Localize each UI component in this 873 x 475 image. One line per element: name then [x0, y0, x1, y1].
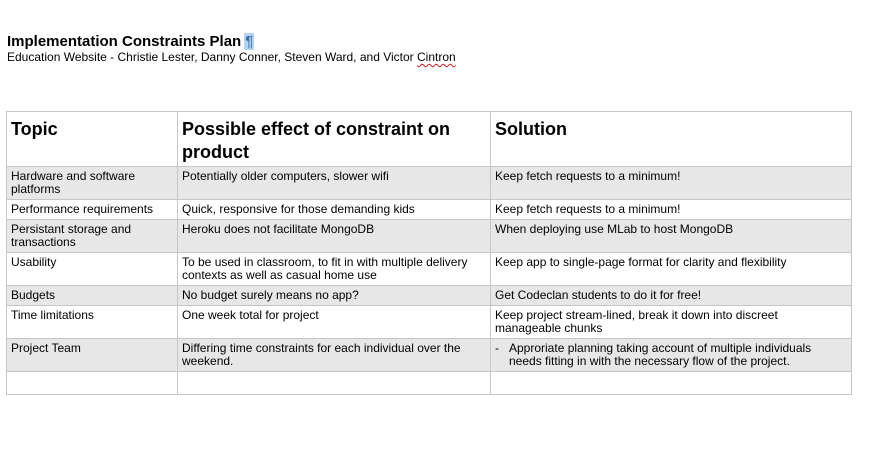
- cell-effect[interactable]: No budget surely means no app?: [177, 285, 491, 306]
- table-row-empty: [6, 371, 852, 395]
- cell-empty[interactable]: [177, 371, 491, 395]
- document-subtitle: Education Website - Christie Lester, Dan…: [7, 50, 456, 64]
- cell-solution[interactable]: - Approriate planning taking account of …: [490, 338, 852, 372]
- cell-solution[interactable]: Keep app to single-page format for clari…: [490, 252, 852, 286]
- table-header-row: Topic Possible effect of constraint on p…: [6, 111, 852, 167]
- cell-empty[interactable]: [6, 371, 178, 395]
- cell-topic[interactable]: Budgets: [6, 285, 178, 306]
- cell-effect[interactable]: Heroku does not facilitate MongoDB: [177, 219, 491, 253]
- cell-topic[interactable]: Usability: [6, 252, 178, 286]
- table-row: Time limitations One week total for proj…: [6, 305, 852, 339]
- cell-topic[interactable]: Performance requirements: [6, 199, 178, 220]
- document-title: Implementation Constraints Plan ¶: [7, 33, 255, 51]
- cell-solution[interactable]: Get Codeclan students to do it for free!: [490, 285, 852, 306]
- subtitle-text: Education Website - Christie Lester, Dan…: [7, 50, 417, 64]
- table-row: Performance requirements Quick, responsi…: [6, 199, 852, 220]
- cell-solution[interactable]: When deploying use MLab to host MongoDB: [490, 219, 852, 253]
- cell-effect[interactable]: To be used in classroom, to fit in with …: [177, 252, 491, 286]
- cell-topic[interactable]: Time limitations: [6, 305, 178, 339]
- cell-empty[interactable]: [490, 371, 852, 395]
- table-row: Persistant storage and transactions Hero…: [6, 219, 852, 253]
- cell-effect[interactable]: One week total for project: [177, 305, 491, 339]
- cell-effect[interactable]: Potentially older computers, slower wifi: [177, 166, 491, 200]
- cell-effect[interactable]: Quick, responsive for those demanding ki…: [177, 199, 491, 220]
- table-row: Project Team Differing time constraints …: [6, 338, 852, 372]
- cell-topic[interactable]: Project Team: [6, 338, 178, 372]
- cell-solution[interactable]: Keep fetch requests to a minimum!: [490, 166, 852, 200]
- document-title-text: Implementation Constraints Plan: [7, 33, 242, 50]
- constraints-table: Topic Possible effect of constraint on p…: [6, 111, 852, 395]
- header-solution[interactable]: Solution: [490, 111, 852, 167]
- subtitle-misspelled-word: Cintron: [417, 50, 456, 64]
- table-row: Usability To be used in classroom, to fi…: [6, 252, 852, 286]
- cell-solution[interactable]: Keep fetch requests to a minimum!: [490, 199, 852, 220]
- bullet-dash: -: [495, 341, 499, 355]
- cell-topic[interactable]: Persistant storage and transactions: [6, 219, 178, 253]
- table-row: Budgets No budget surely means no app? G…: [6, 285, 852, 306]
- cell-effect[interactable]: Differing time constraints for each indi…: [177, 338, 491, 372]
- cell-topic[interactable]: Hardware and software platforms: [6, 166, 178, 200]
- table-row: Hardware and software platforms Potentia…: [6, 166, 852, 200]
- cell-solution[interactable]: Keep project stream-lined, break it down…: [490, 305, 852, 339]
- header-topic[interactable]: Topic: [6, 111, 178, 167]
- bullet-text: Approriate planning taking account of mu…: [509, 341, 812, 368]
- pilcrow-mark: ¶: [244, 33, 255, 50]
- header-effect[interactable]: Possible effect of constraint on product: [177, 111, 491, 167]
- bullet-list-item: - Approriate planning taking account of …: [495, 342, 847, 368]
